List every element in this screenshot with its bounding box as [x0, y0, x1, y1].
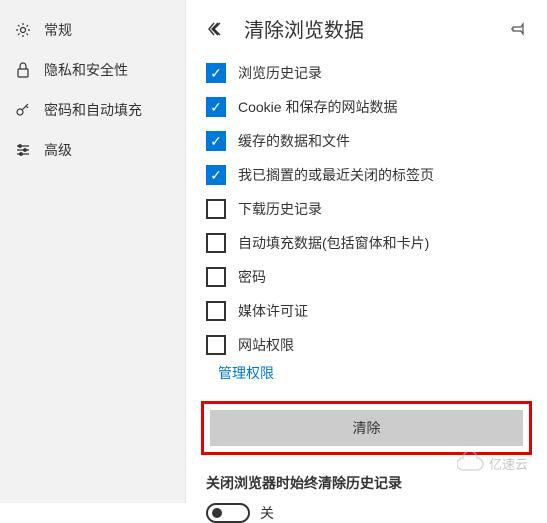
- option-row: ✓ 我已搁置的或最近关闭的标签页: [206, 165, 527, 185]
- sidebar-item-label: 高级: [44, 140, 72, 160]
- option-row: 自动填充数据(包括窗体和卡片): [206, 233, 527, 253]
- checkbox[interactable]: ✓: [206, 63, 226, 83]
- checkbox[interactable]: ✓: [206, 165, 226, 185]
- option-row: ✓ 缓存的数据和文件: [206, 131, 527, 151]
- checkmark-icon: ✓: [210, 66, 222, 80]
- checkbox[interactable]: [206, 233, 226, 253]
- option-label: 密码: [238, 267, 266, 287]
- option-label: 自动填充数据(包括窗体和卡片): [238, 233, 429, 253]
- pin-icon[interactable]: [509, 20, 527, 38]
- clear-button-highlight: 清除: [201, 401, 532, 455]
- checkbox[interactable]: [206, 301, 226, 321]
- option-label: 我已搁置的或最近关闭的标签页: [238, 165, 434, 185]
- option-label: Cookie 和保存的网站数据: [238, 97, 397, 117]
- options-list: ✓ 浏览历史记录 ✓ Cookie 和保存的网站数据 ✓ 缓存的数据和文件 ✓ 我已搁置的或最…: [186, 63, 547, 355]
- sidebar-item-label: 常规: [44, 20, 72, 40]
- manage-permissions-link[interactable]: 管理权限: [218, 363, 547, 383]
- key-icon: [14, 101, 32, 119]
- sidebar-item-label: 隐私和安全性: [44, 60, 128, 80]
- option-label: 下载历史记录: [238, 199, 322, 219]
- checkmark-icon: ✓: [210, 134, 222, 148]
- sidebar-item-advanced[interactable]: 高级: [0, 130, 185, 170]
- checkmark-icon: ✓: [210, 168, 222, 182]
- option-label: 网站权限: [238, 335, 294, 355]
- checkbox[interactable]: ✓: [206, 131, 226, 151]
- checkbox[interactable]: [206, 199, 226, 219]
- toggle-state-text: 关: [260, 503, 274, 523]
- always-clear-toggle[interactable]: [206, 503, 250, 523]
- panel-title: 清除浏览数据: [244, 14, 509, 43]
- sliders-icon: [14, 141, 32, 159]
- clear-data-panel: 清除浏览数据 ✓浏览历史记录✓Cookie 和保存的网站数据✓缓存的数据和文件✓…: [186, 0, 547, 503]
- option-row: ✓ 浏览历史记录: [206, 63, 527, 83]
- sidebar-item-privacy[interactable]: 隐私和安全性: [0, 50, 185, 90]
- gear-icon: [14, 21, 32, 39]
- sidebar-item-label: 密码和自动填充: [44, 100, 142, 120]
- option-row: ✓ Cookie 和保存的网站数据: [206, 97, 527, 117]
- watermark-logo: 亿速云: [457, 452, 537, 483]
- checkbox[interactable]: [206, 267, 226, 287]
- clear-button[interactable]: 清除: [210, 410, 523, 446]
- sidebar-item-password[interactable]: 密码和自动填充: [0, 90, 185, 130]
- lock-icon: [14, 61, 32, 79]
- settings-sidebar: 常规 隐私和安全性 密码和自动填充 高级: [0, 0, 186, 503]
- checkbox[interactable]: [206, 335, 226, 355]
- option-row: 媒体许可证: [206, 301, 527, 321]
- option-row: 网站权限: [206, 335, 527, 355]
- option-row: 密码: [206, 267, 527, 287]
- option-label: 媒体许可证: [238, 301, 308, 321]
- sidebar-item-general[interactable]: 常规: [0, 10, 185, 50]
- option-label: 浏览历史记录: [238, 63, 322, 83]
- checkbox[interactable]: ✓: [206, 97, 226, 117]
- toggle-row: 关: [206, 503, 527, 523]
- checkmark-icon: ✓: [210, 100, 222, 114]
- svg-text:亿速云: 亿速云: [489, 457, 528, 472]
- panel-header: 清除浏览数据: [186, 0, 547, 63]
- switch-knob: [212, 508, 222, 518]
- back-button[interactable]: [206, 19, 226, 39]
- option-row: 下载历史记录: [206, 199, 527, 219]
- option-label: 缓存的数据和文件: [238, 131, 350, 151]
